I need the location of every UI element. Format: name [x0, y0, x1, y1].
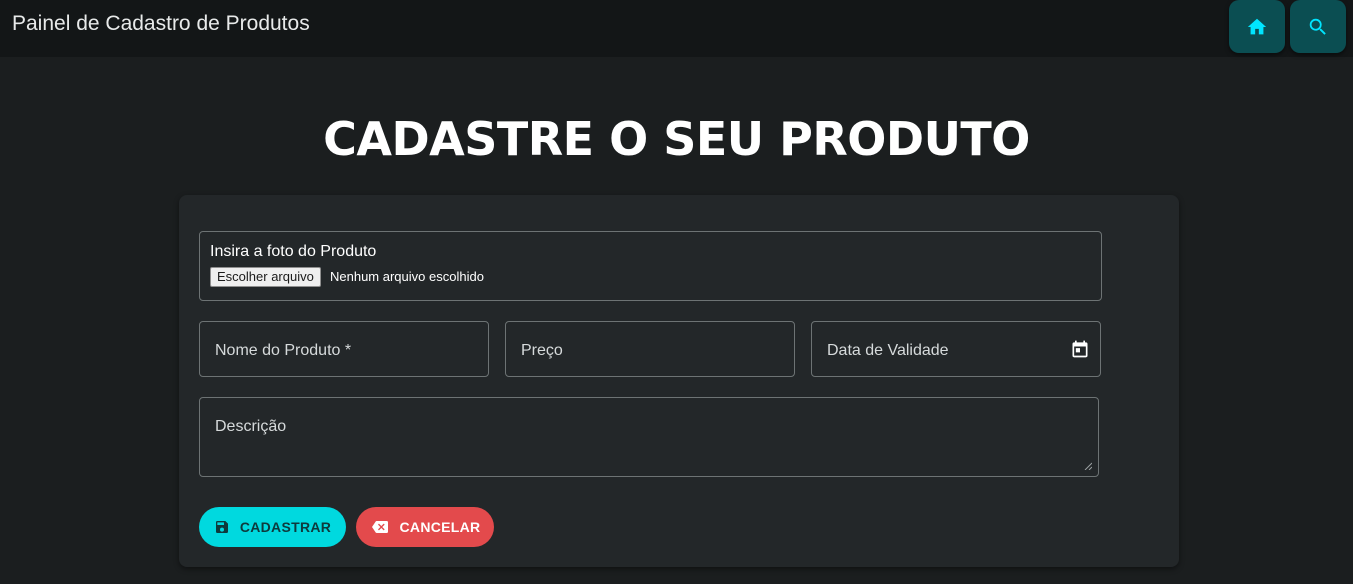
calendar-icon[interactable] — [1070, 339, 1090, 359]
price-input[interactable]: Preço — [505, 321, 795, 377]
expiry-date-placeholder: Data de Validade — [827, 342, 949, 359]
cancel-button-label: CANCELAR — [399, 519, 481, 535]
save-button-label: CADASTRAR — [239, 519, 332, 535]
file-status: Nenhum arquivo escolhido — [330, 269, 484, 284]
photo-upload-field: Insira a foto do Produto Escolher arquiv… — [199, 231, 1102, 301]
product-name-placeholder: Nome do Produto * — [215, 342, 352, 359]
backspace-icon — [371, 521, 388, 533]
cancel-button[interactable]: CANCELAR — [356, 507, 494, 547]
top-app-bar: Painel de Cadastro de Produtos — [0, 0, 1353, 57]
description-textarea[interactable]: Descrição — [199, 397, 1099, 477]
search-button[interactable] — [1290, 0, 1346, 53]
search-icon — [1309, 18, 1326, 35]
product-form-card: Insira a foto do Produto Escolher arquiv… — [179, 195, 1179, 567]
choose-file-button[interactable]: Escolher arquivo — [210, 267, 321, 287]
price-placeholder: Preço — [521, 342, 563, 359]
resize-grip-icon[interactable] — [1084, 462, 1092, 470]
page-heading: CADASTRE O SEU PRODUTO — [323, 112, 1030, 166]
home-button[interactable] — [1229, 0, 1285, 53]
photo-label: Insira a foto do Produto — [210, 243, 377, 260]
product-name-input[interactable]: Nome do Produto * — [199, 321, 489, 377]
app-title: Painel de Cadastro de Produtos — [12, 12, 310, 35]
expiry-date-input[interactable]: Data de Validade — [811, 321, 1101, 377]
save-button[interactable]: CADASTRAR — [199, 507, 346, 547]
home-icon — [1247, 18, 1267, 34]
description-placeholder: Descrição — [215, 418, 287, 435]
floppy-disk-icon — [215, 521, 228, 533]
